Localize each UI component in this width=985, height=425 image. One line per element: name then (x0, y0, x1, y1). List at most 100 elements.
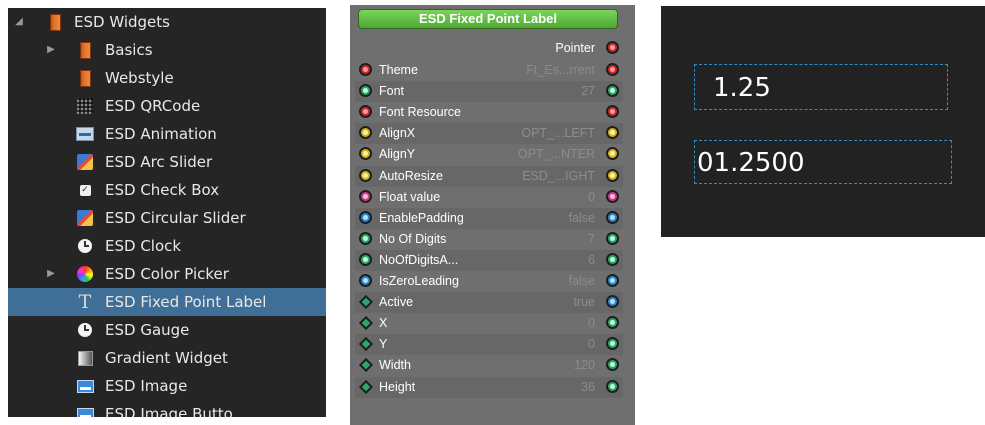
input-port-icon[interactable] (359, 274, 372, 287)
property-row[interactable]: No Of Digits 7 (355, 229, 623, 250)
property-value[interactable]: false (569, 208, 595, 229)
output-port-icon[interactable] (606, 358, 619, 372)
property-value[interactable]: 27 (581, 81, 595, 102)
output-port-icon[interactable] (606, 168, 619, 182)
tree-item[interactable]: ESD Gauge (8, 316, 326, 344)
property-name: Width (379, 358, 411, 373)
property-name: Y (379, 337, 388, 352)
property-row[interactable]: Active true (355, 292, 623, 314)
input-diamond-port-icon[interactable] (358, 379, 374, 394)
tree-item-label: ESD Color Picker (105, 265, 229, 283)
output-port-icon[interactable] (606, 126, 619, 140)
tree-item[interactable]: Gradient Widget (8, 344, 326, 372)
node-title[interactable]: ESD Fixed Point Label (358, 9, 618, 29)
tree-item-label: ESD Image Butto (105, 405, 233, 417)
property-value[interactable]: Ft_Es...rrent (526, 60, 595, 81)
property-row[interactable]: EnablePadding false (355, 207, 623, 229)
output-port-icon[interactable] (606, 210, 619, 224)
input-diamond-port-icon[interactable] (358, 358, 374, 373)
input-diamond-port-icon[interactable] (358, 337, 374, 352)
output-port-icon[interactable] (606, 189, 619, 203)
tree-item[interactable]: ESD Image Butto (8, 400, 326, 417)
property-name: No Of Digits (379, 231, 447, 246)
output-port-icon[interactable] (606, 84, 619, 98)
tree-item[interactable]: ESD Animation (8, 120, 326, 148)
tree-item[interactable]: ◢ ESD Widgets (8, 8, 326, 36)
output-port-icon[interactable] (606, 274, 619, 287)
property-name: EnablePadding (379, 210, 464, 225)
expanded-arrow-icon[interactable]: ◢ (12, 8, 26, 36)
property-row[interactable]: Font Resource (355, 102, 623, 123)
property-value[interactable]: false (569, 271, 595, 292)
fixed-point-label-1[interactable]: 1.25 (694, 64, 948, 110)
property-value[interactable]: 6 (588, 250, 595, 271)
output-port-icon[interactable] (606, 295, 619, 309)
output-port-icon[interactable] (606, 147, 619, 161)
tree-item-label: ESD Widgets (74, 13, 170, 31)
property-value[interactable]: OPT_...NTER (518, 144, 595, 165)
property-row[interactable]: AlignY OPT_...NTER (355, 144, 623, 165)
property-row[interactable]: Font 27 (355, 81, 623, 103)
tree-item[interactable]: ESD Arc Slider (8, 148, 326, 176)
input-port-icon[interactable] (359, 231, 372, 245)
tree-item[interactable]: ESD Clock (8, 232, 326, 260)
tree-item[interactable]: ▶ Basics (8, 36, 326, 64)
pointer-output-port-icon[interactable] (606, 41, 619, 54)
tree-item[interactable]: Webstyle (8, 64, 326, 92)
property-value[interactable]: 7 (588, 229, 595, 250)
input-port-icon[interactable] (359, 105, 372, 119)
property-row[interactable]: Float value 0 (355, 187, 623, 208)
pointer-label: Pointer (555, 41, 595, 55)
property-row[interactable]: IsZeroLeading false (355, 271, 623, 292)
property-value[interactable]: 0 (588, 187, 595, 208)
collapsed-arrow-icon[interactable]: ▶ (44, 36, 58, 64)
property-row[interactable]: Theme Ft_Es...rrent (355, 60, 623, 81)
input-port-icon[interactable] (359, 189, 372, 203)
tree-item[interactable]: ESD Circular Slider (8, 204, 326, 232)
output-port-icon[interactable] (606, 231, 619, 245)
tree-item[interactable]: T ESD Fixed Point Label (8, 288, 326, 316)
folder-book-icon (76, 41, 94, 59)
property-value[interactable]: OPT_...LEFT (521, 123, 595, 144)
property-value[interactable]: 0 (588, 334, 595, 355)
property-name: Height (379, 379, 416, 394)
input-port-icon[interactable] (359, 252, 372, 266)
tree-item[interactable]: ▶ ESD Color Picker (8, 260, 326, 288)
input-port-icon[interactable] (359, 63, 372, 76)
property-value[interactable]: true (573, 292, 595, 313)
property-row[interactable]: AlignX OPT_...LEFT (355, 123, 623, 145)
property-value[interactable]: 0 (588, 313, 595, 334)
tree-item[interactable]: ESD Image (8, 372, 326, 400)
output-port-icon[interactable] (606, 252, 619, 266)
property-row[interactable]: X0 (355, 313, 623, 334)
property-row[interactable]: AutoResize ESD_...IGHT (355, 165, 623, 187)
output-port-icon[interactable] (606, 105, 619, 119)
tree-item-label: ESD Clock (105, 237, 182, 255)
tree-item[interactable]: ✓ ESD Check Box (8, 176, 326, 204)
fixed-point-label-2[interactable]: 01.2500 (694, 140, 952, 184)
pointer-row: Pointer (355, 38, 623, 59)
clock-icon (76, 237, 94, 255)
input-port-icon[interactable] (359, 147, 372, 161)
input-port-icon[interactable] (359, 210, 372, 224)
input-port-icon[interactable] (359, 84, 372, 98)
property-row[interactable]: NoOfDigitsA... 6 (355, 249, 623, 271)
gradient-icon (76, 349, 94, 367)
property-row[interactable]: Width 120 (355, 355, 623, 376)
property-row[interactable]: Height 36 (355, 376, 623, 398)
input-port-icon[interactable] (359, 168, 372, 182)
input-port-icon[interactable] (359, 126, 372, 140)
property-value[interactable]: ESD_...IGHT (522, 166, 595, 187)
output-port-icon[interactable] (606, 63, 619, 76)
property-value[interactable]: 120 (574, 355, 595, 376)
output-port-icon[interactable] (606, 379, 619, 393)
input-diamond-port-icon[interactable] (358, 316, 374, 331)
input-diamond-port-icon[interactable] (358, 295, 374, 310)
property-row[interactable]: Y0 (355, 334, 623, 356)
output-port-icon[interactable] (606, 316, 619, 330)
output-port-icon[interactable] (606, 337, 619, 351)
tree-item-label: ESD Fixed Point Label (105, 293, 267, 311)
tree-item[interactable]: ESD QRCode (8, 92, 326, 120)
collapsed-arrow-icon[interactable]: ▶ (44, 260, 58, 288)
property-value[interactable]: 36 (581, 377, 595, 398)
